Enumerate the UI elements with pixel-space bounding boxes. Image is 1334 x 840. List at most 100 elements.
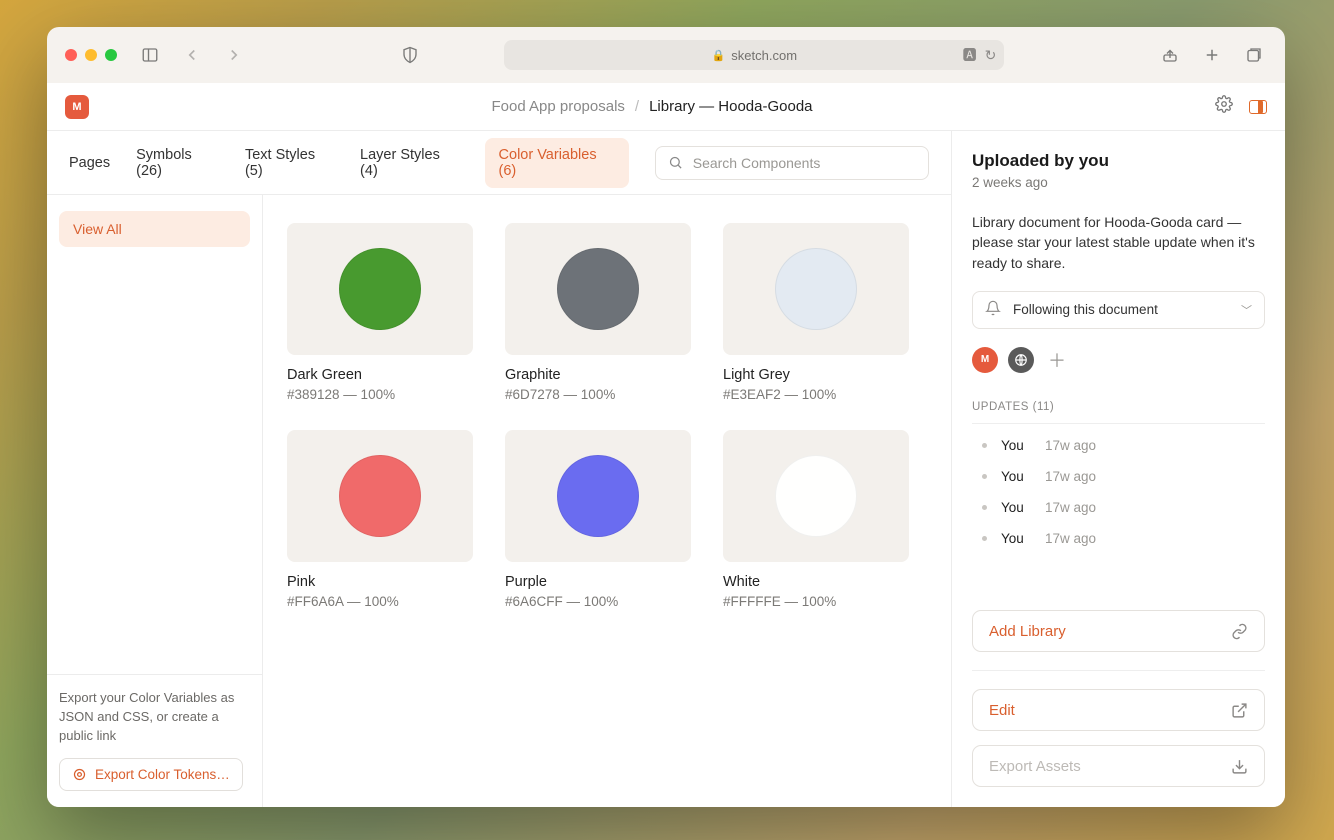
nav-forward-button[interactable] <box>221 42 247 68</box>
update-row[interactable]: You 17w ago <box>972 523 1265 554</box>
settings-icon[interactable] <box>1215 95 1233 118</box>
traffic-lights <box>65 49 117 61</box>
swatch-name: Purple <box>505 574 691 590</box>
update-author: You <box>1001 531 1031 546</box>
update-time: 17w ago <box>1045 500 1096 515</box>
swatch-preview <box>287 223 473 355</box>
tab-symbols[interactable]: Symbols (26) <box>136 138 219 188</box>
add-library-label: Add Library <box>989 623 1066 640</box>
window-zoom-button[interactable] <box>105 49 117 61</box>
swatch-circle <box>557 248 639 330</box>
tab-text-styles[interactable]: Text Styles (5) <box>245 138 334 188</box>
color-swatch-card[interactable]: Dark Green#389128 — 100% <box>287 223 473 402</box>
url-bar[interactable]: 🔒 sketch.com 🅰 ↻ <box>504 40 1004 70</box>
search-input[interactable] <box>693 155 916 171</box>
swatch-preview <box>505 430 691 562</box>
tab-layer-styles[interactable]: Layer Styles (4) <box>360 138 458 188</box>
sidebar-view-all[interactable]: View All <box>59 211 250 247</box>
swatch-circle <box>339 455 421 537</box>
update-dot-icon <box>982 443 987 448</box>
color-swatch-card[interactable]: Light Grey #E3EAF2 — 100% <box>723 223 909 402</box>
update-author: You <box>1001 500 1031 515</box>
nav-back-button[interactable] <box>179 42 205 68</box>
follow-document-row[interactable]: Following this document ﹀ <box>972 291 1265 329</box>
export-assets-label: Export Assets <box>989 758 1081 775</box>
breadcrumb-page[interactable]: Library — Hooda-Gooda <box>649 98 812 115</box>
bell-icon <box>985 300 1001 319</box>
swatch-hex: #6A6CFF — 100% <box>505 594 691 609</box>
panel-title: Uploaded by you <box>972 151 1265 171</box>
color-swatch-card[interactable]: White#FFFFFE — 100% <box>723 430 909 609</box>
breadcrumb-separator: / <box>635 98 639 115</box>
add-share-target-button[interactable]: ＋ <box>1044 347 1070 373</box>
link-icon <box>1231 623 1248 640</box>
reload-icon[interactable]: ↻ <box>985 47 997 64</box>
swatch-name: Dark Green <box>287 367 473 383</box>
swatch-hex: #FF6A6A — 100% <box>287 594 473 609</box>
swatch-name: Light Grey <box>723 367 909 383</box>
external-link-icon <box>1231 702 1248 719</box>
window-close-button[interactable] <box>65 49 77 61</box>
lock-icon: 🔒 <box>712 49 726 62</box>
tab-overview-icon[interactable] <box>1241 42 1267 68</box>
right-panel-toggle-icon[interactable] <box>1249 100 1267 114</box>
update-row[interactable]: You17w ago <box>972 430 1265 461</box>
public-link-icon[interactable] <box>1008 347 1034 373</box>
export-tokens-box: Export your Color Variables as JSON and … <box>47 674 262 791</box>
follow-label: Following this document <box>1013 302 1158 317</box>
update-time: 17w ago <box>1045 438 1096 453</box>
add-library-button[interactable]: Add Library <box>972 610 1265 652</box>
update-author: You <box>1001 469 1031 484</box>
new-tab-icon[interactable] <box>1199 42 1225 68</box>
swatch-hex: #FFFFFE — 100% <box>723 594 909 609</box>
export-tokens-button[interactable]: Export Color Tokens… <box>59 758 243 791</box>
export-tokens-label: Export Color Tokens… <box>95 767 230 782</box>
export-assets-button[interactable]: Export Assets <box>972 745 1265 787</box>
share-targets: M ＋ <box>972 347 1265 373</box>
tab-pages[interactable]: Pages <box>69 146 110 180</box>
update-dot-icon <box>982 536 987 541</box>
privacy-shield-icon[interactable] <box>397 42 423 68</box>
tab-color-variables[interactable]: Color Variables (6) <box>485 138 629 188</box>
update-row[interactable]: You 17w ago <box>972 492 1265 523</box>
swatch-circle <box>775 248 857 330</box>
color-swatch-card[interactable]: Pink#FF6A6A — 100% <box>287 430 473 609</box>
color-swatch-grid: Dark Green#389128 — 100% Graphite #6D7278 … <box>263 195 951 807</box>
swatch-hex: #E3EAF2 — 100% <box>723 387 909 402</box>
update-row[interactable]: You 17w ago <box>972 461 1265 492</box>
edit-label: Edit <box>989 702 1015 719</box>
url-host: sketch.com <box>731 48 797 63</box>
panel-subtitle: 2 weeks ago <box>972 175 1265 190</box>
window-minimize-button[interactable] <box>85 49 97 61</box>
workspace-avatar[interactable]: M <box>972 347 998 373</box>
color-swatch-card[interactable]: Purple #6A6CFF — 100% <box>505 430 691 609</box>
swatch-circle <box>339 248 421 330</box>
share-icon[interactable] <box>1157 42 1183 68</box>
export-description: Export your Color Variables as JSON and … <box>59 689 250 746</box>
breadcrumb: Food App proposals / Library — Hooda-Goo… <box>491 98 812 115</box>
edit-button[interactable]: Edit <box>972 689 1265 731</box>
workspace-badge[interactable]: M <box>65 95 89 119</box>
update-time: 17w ago <box>1045 531 1096 546</box>
update-time: 17w ago <box>1045 469 1096 484</box>
color-swatch-card[interactable]: Graphite #6D7278 — 100% <box>505 223 691 402</box>
swatch-preview <box>723 430 909 562</box>
search-icon <box>668 155 683 170</box>
browser-chrome-bar: 🔒 sketch.com 🅰 ↻ <box>47 27 1285 83</box>
update-dot-icon <box>982 474 987 479</box>
breadcrumb-project[interactable]: Food App proposals <box>491 98 624 115</box>
swatch-preview <box>287 430 473 562</box>
library-tabs: Pages Symbols (26) Text Styles (5) Layer… <box>47 131 951 195</box>
swatch-preview <box>723 223 909 355</box>
swatch-name: Graphite <box>505 367 691 383</box>
sidebar-toggle-icon[interactable] <box>137 42 163 68</box>
swatch-circle <box>557 455 639 537</box>
search-field[interactable] <box>655 146 929 180</box>
swatch-preview <box>505 223 691 355</box>
browser-window: 🔒 sketch.com 🅰 ↻ M Food App proposals <box>47 27 1285 807</box>
updates-list: You17w agoYou17w agoYou17w agoYou17w ago <box>972 423 1265 554</box>
updates-heading: UPDATES (11) <box>972 401 1265 413</box>
translate-icon[interactable]: 🅰 <box>963 45 977 65</box>
swatch-hex: #6D7278 — 100% <box>505 387 691 402</box>
app-surface: M Food App proposals / Library — Hooda-G… <box>47 83 1285 807</box>
